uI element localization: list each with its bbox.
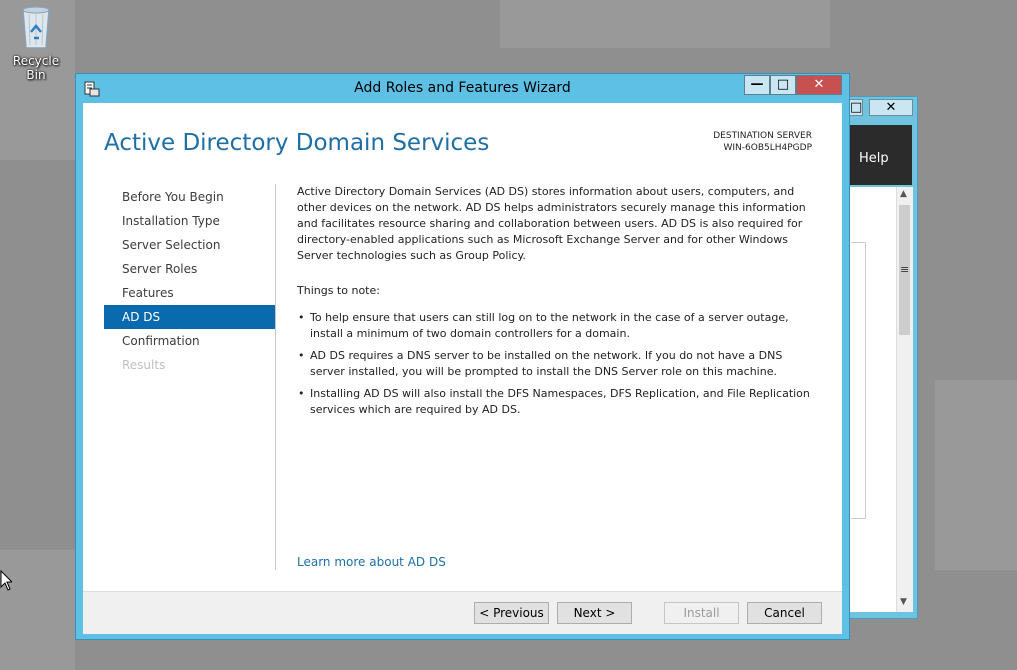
nav-step-results: Results bbox=[122, 358, 166, 372]
scroll-down-icon[interactable]: ▼ bbox=[900, 597, 907, 607]
description-text: Active Directory Domain Services (AD DS)… bbox=[297, 185, 806, 262]
cancel-button[interactable]: Cancel bbox=[747, 602, 822, 624]
title-bar[interactable]: Add Roles and Features Wizard — □ ✕ bbox=[76, 74, 849, 102]
desktop-tile bbox=[935, 380, 1017, 570]
recycle-bin-shortcut[interactable]: Recycle Bin bbox=[2, 2, 70, 82]
nav-divider bbox=[275, 184, 276, 570]
close-button[interactable]: ✕ bbox=[796, 75, 842, 95]
scroll-up-icon[interactable]: ▲ bbox=[900, 189, 907, 199]
things-to-note-label: Things to note: bbox=[297, 284, 380, 297]
wizard-client-area: Active Directory Domain Services DESTINA… bbox=[83, 103, 842, 634]
install-button[interactable]: Install bbox=[664, 602, 739, 624]
wizard-step-nav: Before You Begin Installation Type Server … bbox=[104, 185, 275, 377]
desktop-tile bbox=[500, 0, 830, 48]
nav-step-server-roles[interactable]: Server Roles bbox=[104, 257, 275, 281]
notes-list: To help ensure that users can still log … bbox=[297, 310, 819, 418]
nav-step-installation-type[interactable]: Installation Type bbox=[104, 209, 275, 233]
page-title: Active Directory Domain Services bbox=[104, 130, 490, 156]
scroll-grip-icon: ≡ bbox=[900, 263, 910, 276]
next-button[interactable]: Next > bbox=[557, 602, 632, 624]
maximize-button[interactable]: □ bbox=[770, 75, 796, 95]
note-item: AD DS requires a DNS server to be instal… bbox=[297, 348, 819, 380]
add-roles-wizard-window: Add Roles and Features Wizard — □ ✕ Acti… bbox=[75, 73, 850, 640]
button-bar: < Previous Next > Install Cancel bbox=[83, 591, 842, 634]
bg-close-button[interactable]: ✕ bbox=[869, 99, 913, 116]
bg-content-area: ▲ ≡ ▼ bbox=[850, 187, 913, 612]
destination-server-name: WIN-6OB5LH4PGDP bbox=[723, 143, 812, 153]
previous-button[interactable]: < Previous bbox=[474, 602, 549, 624]
desktop-tile bbox=[0, 550, 75, 670]
bg-panel bbox=[851, 242, 866, 519]
learn-more-link[interactable]: Learn more about AD DS bbox=[297, 555, 446, 569]
nav-step-features[interactable]: Features bbox=[104, 281, 275, 305]
page-content: Active Directory Domain Services (AD DS)… bbox=[297, 184, 819, 424]
nav-step-confirmation[interactable]: Confirmation bbox=[104, 329, 275, 353]
nav-step-before-you-begin[interactable]: Before You Begin bbox=[104, 185, 275, 209]
recycle-bin-icon bbox=[22, 6, 50, 49]
window-title: Add Roles and Features Wizard bbox=[354, 80, 571, 96]
destination-label: DESTINATION SERVER bbox=[713, 131, 812, 141]
note-item: Installing AD DS will also install the D… bbox=[297, 386, 819, 418]
server-manager-window: □ ✕ Help ▲ ≡ ▼ bbox=[848, 96, 918, 619]
destination-server-info: DESTINATION SERVER WIN-6OB5LH4PGDP bbox=[713, 130, 812, 154]
note-item: To help ensure that users can still log … bbox=[297, 310, 819, 342]
minimize-button[interactable]: — bbox=[744, 75, 770, 95]
mouse-cursor-icon bbox=[0, 570, 12, 591]
recycle-bin-label: Recycle Bin bbox=[12, 54, 60, 82]
nav-step-server-selection[interactable]: Server Selection bbox=[104, 233, 275, 257]
bg-scrollbar[interactable]: ▲ ≡ ▼ bbox=[896, 187, 913, 612]
help-menu[interactable]: Help bbox=[859, 151, 889, 166]
nav-step-ad-ds[interactable]: AD DS bbox=[104, 305, 275, 329]
bg-maximize-button[interactable]: □ bbox=[849, 99, 863, 116]
